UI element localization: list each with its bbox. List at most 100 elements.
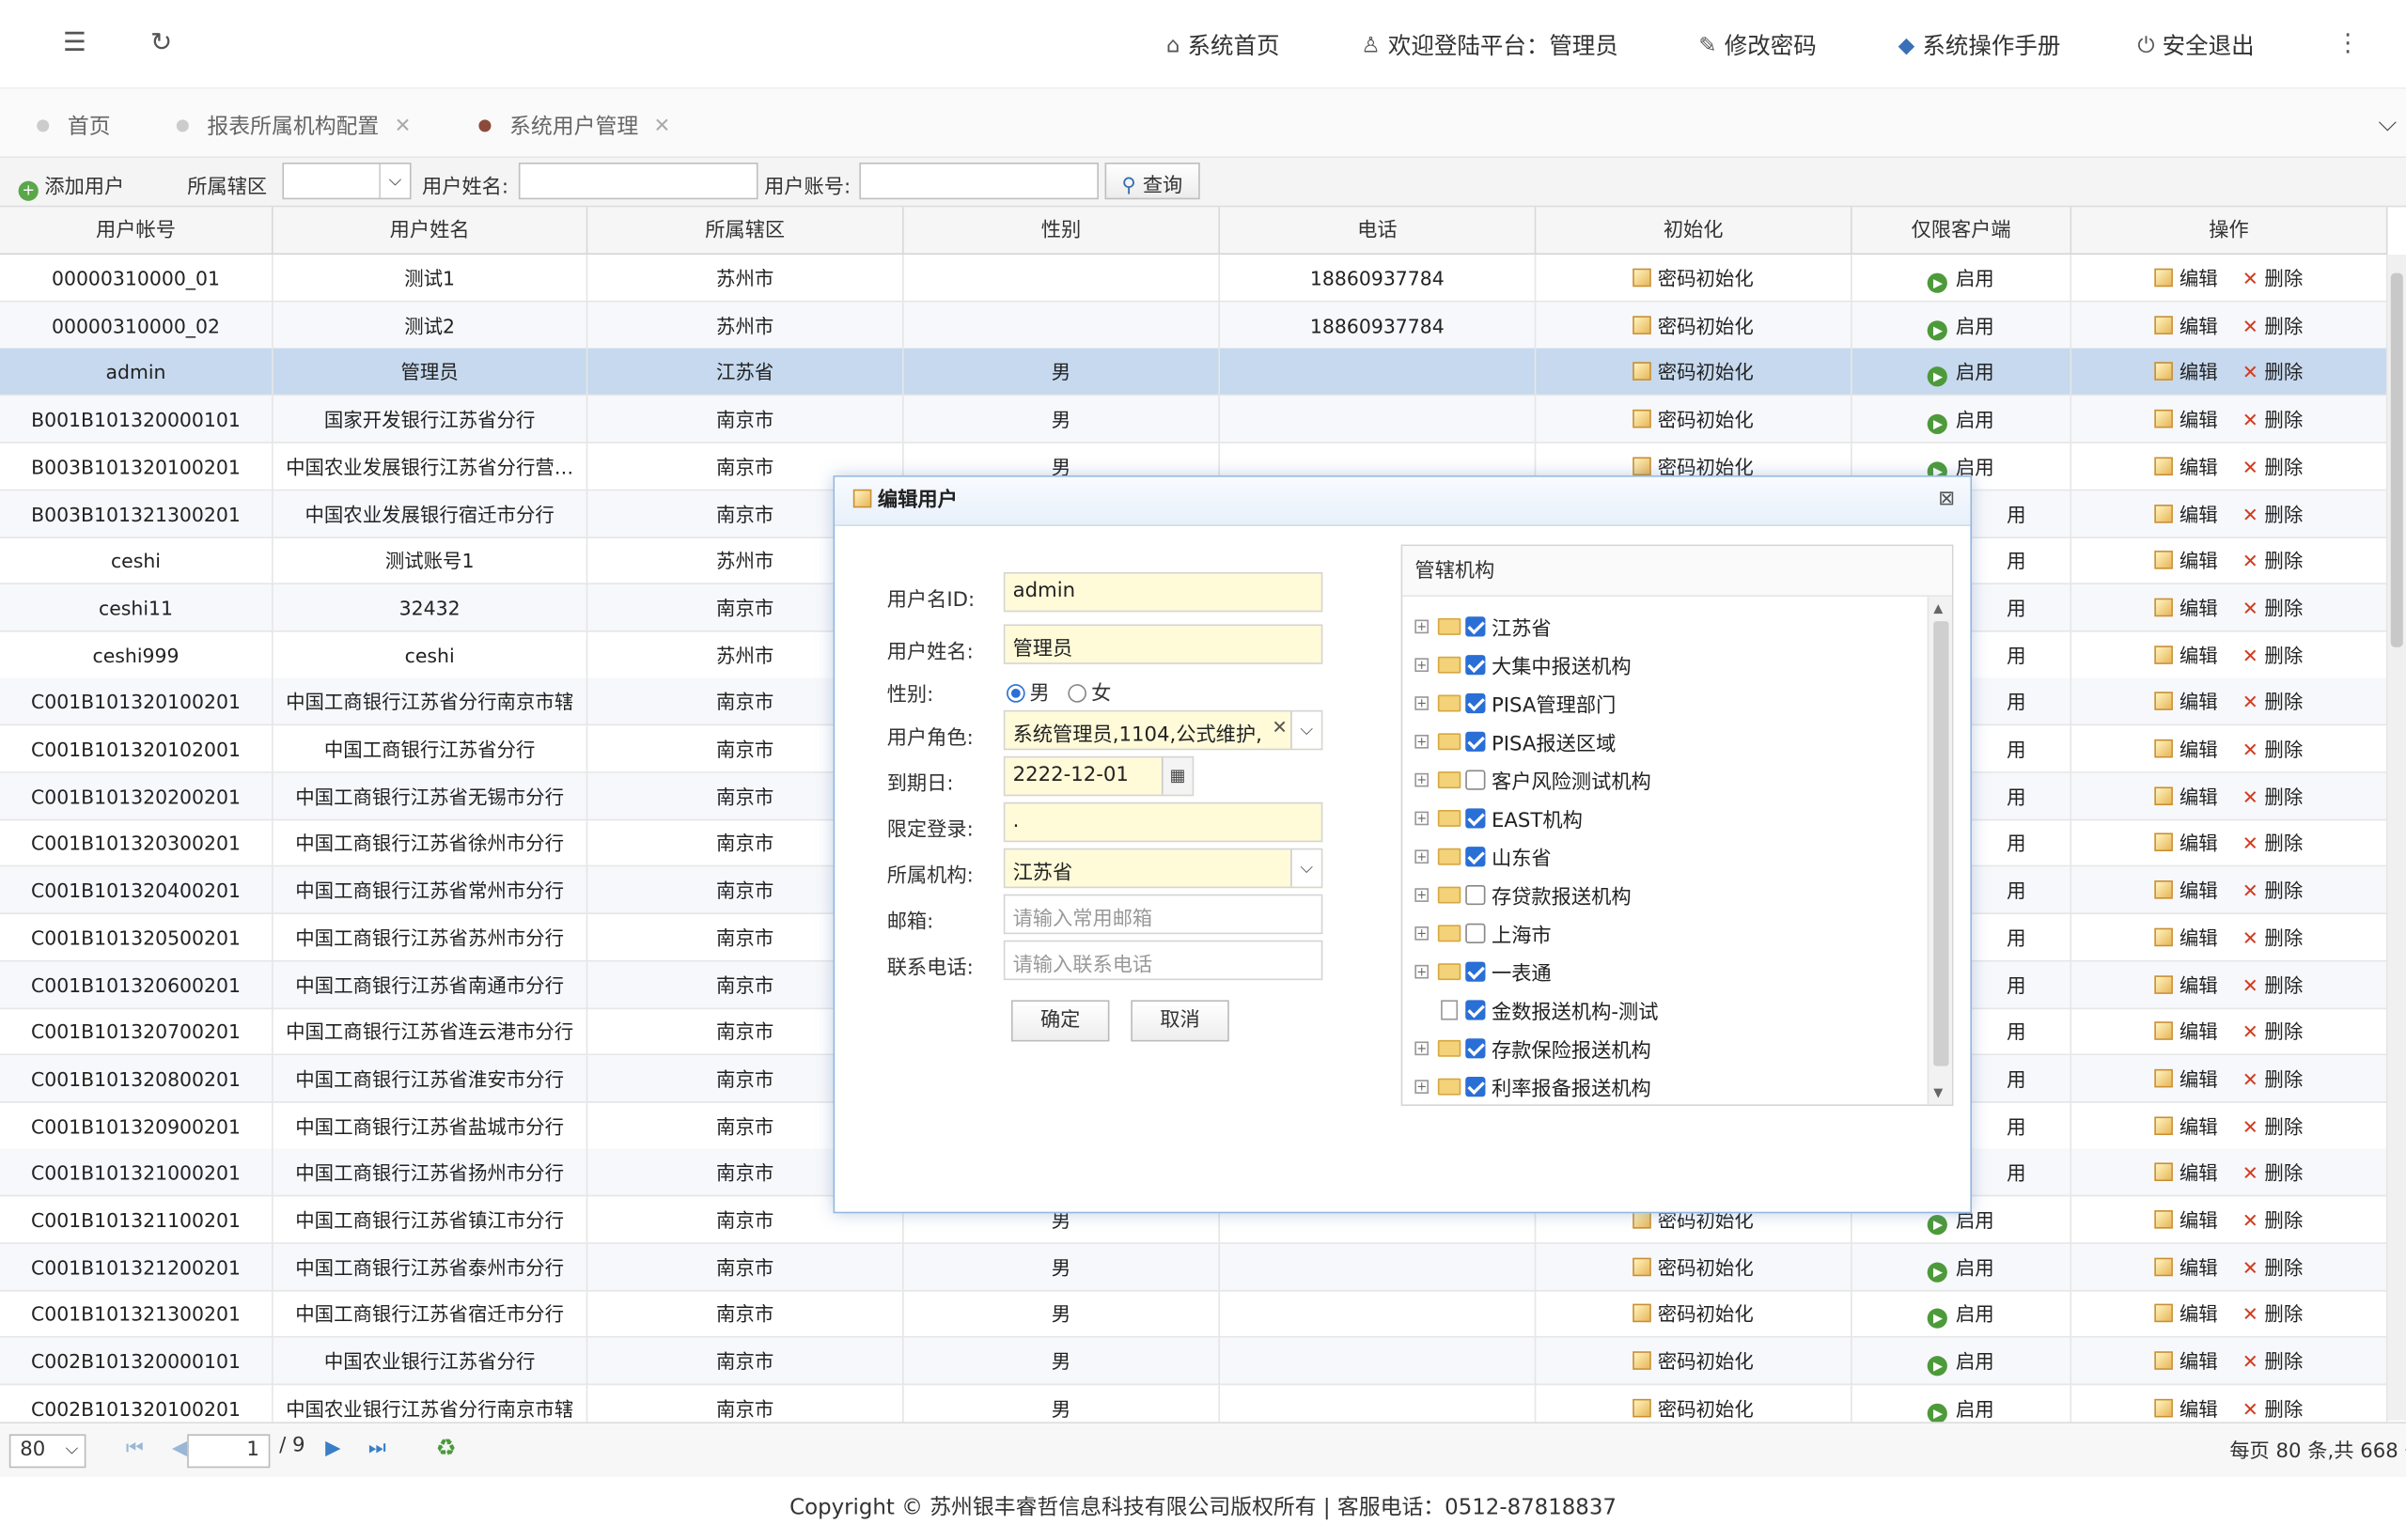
delete-button[interactable]: ✕ 删除: [2242, 1350, 2303, 1373]
enable-toggle[interactable]: ▶ 启用: [1852, 349, 2072, 397]
close-icon[interactable]: ⊠: [1938, 488, 1955, 510]
scroll-up-icon[interactable]: ▲: [1933, 601, 1943, 615]
table-row[interactable]: C001B101321300201 中国工商银行江苏省宿迁市分行 南京市男 密码初始化…: [0, 1290, 2388, 1339]
expand-icon[interactable]: +: [1414, 964, 1430, 978]
edit-button[interactable]: 编辑: [2154, 785, 2218, 808]
table-row[interactable]: C002B101320000101 中国农业银行江苏省分行 南京市男 密码初始化 ▶ 启用…: [0, 1337, 2388, 1386]
cancel-button[interactable]: 取消: [1131, 1000, 1229, 1042]
tree-checkbox[interactable]: [1465, 884, 1486, 905]
page-size-select[interactable]: 80 ⌵: [8, 1434, 86, 1469]
tree-node[interactable]: + PISA管理部门: [1414, 686, 1616, 720]
delete-button[interactable]: ✕ 删除: [2242, 973, 2303, 996]
clear-icon[interactable]: ✕: [1272, 716, 1287, 738]
edit-button[interactable]: 编辑: [2154, 1208, 2218, 1232]
delete-button[interactable]: ✕ 删除: [2242, 879, 2303, 902]
edit-button[interactable]: 编辑: [2154, 361, 2218, 384]
tab-report-org-config[interactable]: 报表所属机构配置 ✕: [176, 111, 411, 142]
table-row[interactable]: 00000310000_01 测试1 苏州市 18860937784 密码初始化 ▶ 启用编…: [0, 254, 2388, 303]
chevron-down-icon[interactable]: ⌵: [1290, 849, 1321, 887]
table-scrollbar[interactable]: [2387, 254, 2406, 1421]
page-number-input[interactable]: 1: [187, 1434, 271, 1469]
delete-button[interactable]: ✕ 删除: [2242, 1208, 2303, 1231]
email-field[interactable]: 请输入常用邮箱: [1003, 894, 1323, 935]
col-account[interactable]: 用户帐号: [0, 207, 273, 255]
table-row[interactable]: C001B101321200201 中国工商银行江苏省泰州市分行 南京市男 密码初始化…: [0, 1243, 2388, 1292]
next-page-icon[interactable]: ▶: [325, 1438, 340, 1460]
edit-button[interactable]: 编辑: [2154, 973, 2218, 996]
org-select[interactable]: 江苏省 ⌵: [1003, 848, 1323, 889]
delete-button[interactable]: ✕ 删除: [2242, 1256, 2303, 1279]
tree-checkbox[interactable]: [1465, 615, 1486, 636]
tree-node[interactable]: +金数报送机构-测试: [1414, 992, 1658, 1026]
delete-button[interactable]: ✕ 删除: [2242, 503, 2303, 525]
delete-button[interactable]: ✕ 删除: [2242, 1067, 2303, 1090]
tree-checkbox[interactable]: [1465, 999, 1486, 1019]
prev-page-icon[interactable]: ◀: [172, 1438, 187, 1460]
edit-button[interactable]: 编辑: [2154, 314, 2218, 337]
close-icon[interactable]: ✕: [654, 115, 671, 137]
tab-home[interactable]: 首页: [37, 111, 111, 142]
tab-user-management[interactable]: 系统用户管理 ✕: [478, 111, 670, 142]
tree-checkbox[interactable]: [1465, 1076, 1486, 1097]
nav-logout[interactable]: ⏻ 安全退出: [2137, 29, 2254, 61]
tree-checkbox[interactable]: [1465, 769, 1486, 789]
tree-node[interactable]: + EAST机构: [1414, 801, 1583, 834]
password-init-link[interactable]: 密码初始化: [1536, 1243, 1852, 1292]
gender-male-radio[interactable]: [1007, 684, 1025, 703]
delete-button[interactable]: ✕ 删除: [2242, 1303, 2303, 1326]
delete-button[interactable]: ✕ 删除: [2242, 550, 2303, 572]
tree-node[interactable]: + 大集中报送机构: [1414, 647, 1632, 681]
tree-node[interactable]: + 江苏省: [1414, 609, 1552, 643]
nav-change-password[interactable]: ✎ 修改密码: [1698, 29, 1816, 61]
table-row[interactable]: admin 管理员 江苏省男 密码初始化 ▶ 启用 编辑 ✕ 删除: [0, 349, 2388, 397]
more-vertical-icon[interactable]: ⋮: [2336, 27, 2360, 56]
edit-button[interactable]: 编辑: [2154, 832, 2218, 855]
tree-checkbox[interactable]: [1465, 960, 1486, 981]
expand-icon[interactable]: +: [1414, 848, 1430, 863]
tree-checkbox[interactable]: [1465, 1037, 1486, 1058]
tree-node[interactable]: + 存款保险报送机构: [1414, 1031, 1651, 1065]
password-init-link[interactable]: 密码初始化: [1536, 254, 1852, 303]
expire-date-field[interactable]: 2222-12-01 ▦: [1003, 755, 1195, 797]
col-actions[interactable]: 操作: [2071, 207, 2388, 255]
password-init-link[interactable]: 密码初始化: [1536, 396, 1852, 443]
ok-button[interactable]: 确定: [1010, 1000, 1110, 1042]
user-id-field[interactable]: admin: [1003, 571, 1323, 613]
expand-icon[interactable]: +: [1414, 810, 1430, 825]
reload-icon[interactable]: ♻: [436, 1434, 457, 1461]
expand-icon[interactable]: +: [1414, 771, 1430, 786]
edit-button[interactable]: 编辑: [2154, 738, 2218, 761]
delete-button[interactable]: ✕ 删除: [2242, 361, 2303, 383]
edit-button[interactable]: 编辑: [2154, 926, 2218, 949]
last-page-icon[interactable]: ⏭: [368, 1438, 386, 1460]
tree-node[interactable]: + 山东省: [1414, 839, 1552, 873]
hamburger-icon[interactable]: ☰: [63, 27, 86, 58]
tree-node[interactable]: + PISA报送区域: [1414, 724, 1616, 758]
chevron-down-icon[interactable]: ⌵: [2378, 107, 2397, 138]
tree-scrollbar[interactable]: ▲ ▼: [1927, 597, 1952, 1105]
expand-icon[interactable]: +: [1414, 695, 1430, 710]
edit-button[interactable]: 编辑: [2154, 1397, 2218, 1420]
tree-node[interactable]: + 一表通: [1414, 954, 1552, 988]
delete-button[interactable]: ✕ 删除: [2242, 1161, 2303, 1184]
password-init-link[interactable]: 密码初始化: [1536, 1337, 1852, 1386]
expand-icon[interactable]: +: [1414, 734, 1430, 748]
tree-checkbox[interactable]: [1465, 730, 1486, 752]
tree-node[interactable]: + 利率报备报送机构: [1414, 1069, 1651, 1103]
expand-icon[interactable]: +: [1414, 926, 1430, 940]
tree-node[interactable]: + 上海市: [1414, 916, 1552, 950]
calendar-icon[interactable]: ▦: [1161, 757, 1193, 795]
edit-button[interactable]: 编辑: [2154, 408, 2218, 431]
add-user-button[interactable]: + 添加用户: [18, 170, 124, 201]
edit-button[interactable]: 编辑: [2154, 597, 2218, 619]
edit-button[interactable]: 编辑: [2154, 267, 2218, 290]
delete-button[interactable]: ✕ 删除: [2242, 408, 2303, 430]
login-limit-field[interactable]: .: [1003, 801, 1323, 843]
delete-button[interactable]: ✕ 删除: [2242, 785, 2303, 807]
role-select[interactable]: 系统管理员,1104,公式维护, ✕ ⌵: [1003, 709, 1323, 751]
edit-button[interactable]: 编辑: [2154, 1020, 2218, 1043]
scroll-down-icon[interactable]: ▼: [1933, 1086, 1943, 1100]
phone-field[interactable]: 请输入联系电话: [1003, 940, 1323, 981]
table-row[interactable]: B001B101320000101 国家开发银行江苏省分行 南京市男 密码初始化 ▶ 启用…: [0, 396, 2388, 443]
delete-button[interactable]: ✕ 删除: [2242, 738, 2303, 760]
